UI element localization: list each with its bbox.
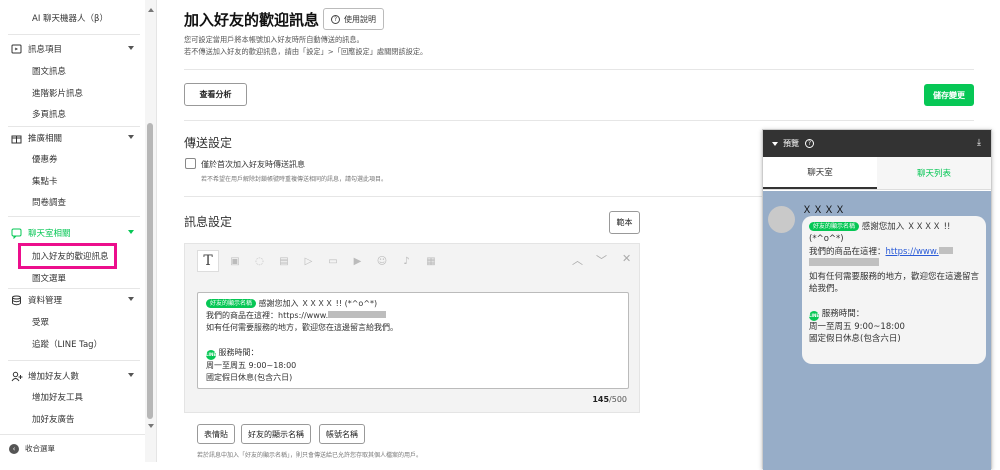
chevron-down-icon	[128, 230, 134, 234]
chevron-down-icon	[128, 373, 134, 377]
collapse-menu-button[interactable]: ‹ 收合選單	[0, 434, 145, 462]
add-friend-icon	[10, 370, 23, 383]
divider	[184, 69, 974, 70]
sidebar-item-card-message[interactable]: 多頁訊息	[0, 104, 146, 124]
sidebar-section-data[interactable]: 資料管理	[0, 290, 146, 310]
chevron-down-icon	[128, 135, 134, 139]
help-button[interactable]: ? 使用說明	[323, 8, 384, 30]
sidebar-section-messages[interactable]: 訊息項目	[0, 39, 146, 59]
char-counter: 145/500	[592, 395, 627, 404]
template-button[interactable]: 範本	[609, 211, 640, 234]
display-name-chip: 好友的顯示名稱	[206, 299, 257, 308]
tab-chat-list[interactable]: 聊天列表	[877, 157, 991, 189]
sidebar-item-audience[interactable]: 受眾	[0, 312, 146, 332]
message-textarea[interactable]: 好友的顯示名稱 感謝您加入 ＸＸＸＸ !! (*^o^*) 我們的商品在這裡：h…	[197, 292, 629, 389]
page-description: 您可設定當用戶將本帳號加入好友時所自動傳送的訊息。	[184, 35, 364, 44]
rich-video-type-icon[interactable]: ▶	[351, 254, 365, 268]
insert-account-name-button[interactable]: 帳號名稱	[319, 424, 365, 444]
sidebar-item-video-message[interactable]: 進階影片訊息	[0, 83, 146, 103]
insert-emoji-button[interactable]: 表情貼	[197, 424, 235, 444]
redacted-url	[328, 311, 387, 319]
insert-note: 若於訊息中加入「好友的顯示名稱」，則只會傳送給已允許您存取其個人檔案的用戶。	[197, 452, 423, 459]
sidebar-scrollbar[interactable]	[145, 0, 156, 462]
voice-type-icon[interactable]: ♪	[400, 254, 414, 268]
sidebar-divider	[8, 360, 140, 361]
close-icon[interactable]: ✕	[622, 252, 631, 265]
checkbox-label: 僅於首次加入好友時傳送訊息	[201, 160, 305, 169]
sidebar-item-coupon[interactable]: 優惠券	[0, 149, 146, 169]
message-icon	[10, 43, 23, 56]
sidebar-item-friend-tools[interactable]: 增加好友工具	[0, 387, 146, 407]
move-down-icon[interactable]: ﹀	[596, 252, 607, 268]
message-bubble: 好友的顯示名稱 感謝您加入 ＸＸＸＸ !! (*^o^*) 我們的商品在這裡：h…	[802, 216, 986, 364]
scrollbar-thumb[interactable]	[147, 123, 153, 419]
card-type-icon[interactable]: ▭	[326, 254, 340, 268]
move-up-icon[interactable]: ︿	[572, 252, 583, 268]
scroll-up-icon[interactable]	[148, 8, 154, 12]
image-type-icon[interactable]: ▤	[277, 254, 291, 268]
sidebar-section-promotion[interactable]: 推廣相關	[0, 128, 146, 148]
emoji-type-icon[interactable]: ◌	[253, 254, 267, 268]
sidebar: AI 聊天機器人（β） 訊息項目 圖文訊息 進階影片訊息 多頁訊息 推廣相關 優…	[0, 0, 157, 462]
line-emoji-icon: LINE	[206, 349, 216, 360]
preview-panel: 預覽 ? ⤓ 聊天室 聊天列表 ＸＸＸＸ 好友的顯示名稱 感謝您加入 ＸＸＸＸ …	[762, 129, 992, 470]
chevron-down-icon	[128, 46, 134, 50]
chevron-left-icon: ‹	[9, 443, 19, 454]
info-icon: ?	[331, 14, 340, 24]
video-type-icon[interactable]: ▷	[302, 254, 316, 268]
gift-icon	[10, 132, 23, 145]
database-icon	[10, 294, 23, 307]
page-description: 若不傳送加入好友的歡迎訊息，請由「設定」>「回應設定」處關閉該設定。	[184, 47, 428, 56]
chevron-down-icon	[128, 297, 134, 301]
help-icon[interactable]: ?	[805, 139, 814, 148]
display-name-chip: 好友的顯示名稱	[809, 222, 860, 231]
chevron-down-icon[interactable]	[772, 141, 778, 146]
url-link[interactable]: https://www.	[886, 247, 939, 257]
redacted-url	[938, 246, 953, 254]
sidebar-divider	[8, 34, 140, 35]
message-settings-title: 訊息設定	[184, 215, 233, 229]
survey-type-icon[interactable]: ▦	[424, 254, 438, 268]
download-icon[interactable]: ⤓	[977, 138, 981, 148]
sidebar-item-reward-card[interactable]: 集點卡	[0, 171, 146, 191]
sidebar-item-rich-menu[interactable]: 圖文選單	[0, 268, 146, 288]
scroll-down-icon[interactable]	[148, 424, 154, 428]
first-time-only-checkbox[interactable]	[185, 158, 196, 169]
account-name: ＸＸＸＸ	[802, 205, 846, 216]
sidebar-divider	[8, 288, 140, 289]
avatar	[768, 206, 795, 233]
text-type-icon[interactable]: T	[197, 250, 219, 272]
sidebar-divider	[8, 216, 140, 217]
redacted-url	[809, 258, 879, 267]
sticker-type-icon[interactable]: ▣	[228, 254, 242, 268]
sidebar-item-survey[interactable]: 問卷調查	[0, 192, 146, 212]
sidebar-item-line-tag[interactable]: 追蹤（LINE Tag）	[0, 334, 146, 354]
coupon-type-icon[interactable]: ☺	[375, 254, 389, 268]
sidebar-section-friends[interactable]: 增加好友人數	[0, 366, 146, 386]
message-editor: T ▣ ◌ ▤ ▷ ▭ ▶ ☺ ♪ ▦ ︿ ﹀ ✕ 好友的顯示名稱 感謝您加入 …	[184, 243, 640, 413]
chat-icon	[10, 227, 23, 240]
tab-chat-room[interactable]: 聊天室	[763, 157, 877, 189]
checkbox-note: 若不希望在用戶解除封鎖帳號時重複傳送相同的訊息，請勾選此項目。	[201, 176, 388, 183]
chat-preview: ＸＸＸＸ 好友的顯示名稱 感謝您加入 ＸＸＸＸ !! (*^o^*) 我們的商品…	[763, 191, 991, 470]
message-type-toolbar: T ▣ ◌ ▤ ▷ ▭ ▶ ☺ ♪ ▦ ︿ ﹀ ✕	[185, 244, 639, 278]
sidebar-section-chat[interactable]: 聊天室相關	[0, 223, 146, 243]
divider	[184, 120, 974, 121]
send-settings-title: 傳送設定	[184, 136, 233, 150]
insert-display-name-button[interactable]: 好友的顯示名稱	[241, 424, 311, 444]
page-title: 加入好友的歡迎訊息	[184, 11, 320, 29]
sidebar-item-ai-chatbot[interactable]: AI 聊天機器人（β）	[0, 8, 146, 28]
save-button[interactable]: 儲存變更	[924, 84, 974, 106]
view-analysis-button[interactable]: 查看分析	[184, 83, 247, 106]
active-item-highlight	[18, 243, 117, 269]
sidebar-item-friend-ads[interactable]: 加好友廣告	[0, 409, 146, 429]
preview-tabs: 聊天室 聊天列表	[763, 157, 991, 190]
sidebar-divider	[8, 126, 140, 127]
preview-header[interactable]: 預覽 ? ⤓	[763, 130, 991, 157]
line-emoji-icon: LINE	[809, 310, 819, 321]
sidebar-item-rich-message[interactable]: 圖文訊息	[0, 61, 146, 81]
